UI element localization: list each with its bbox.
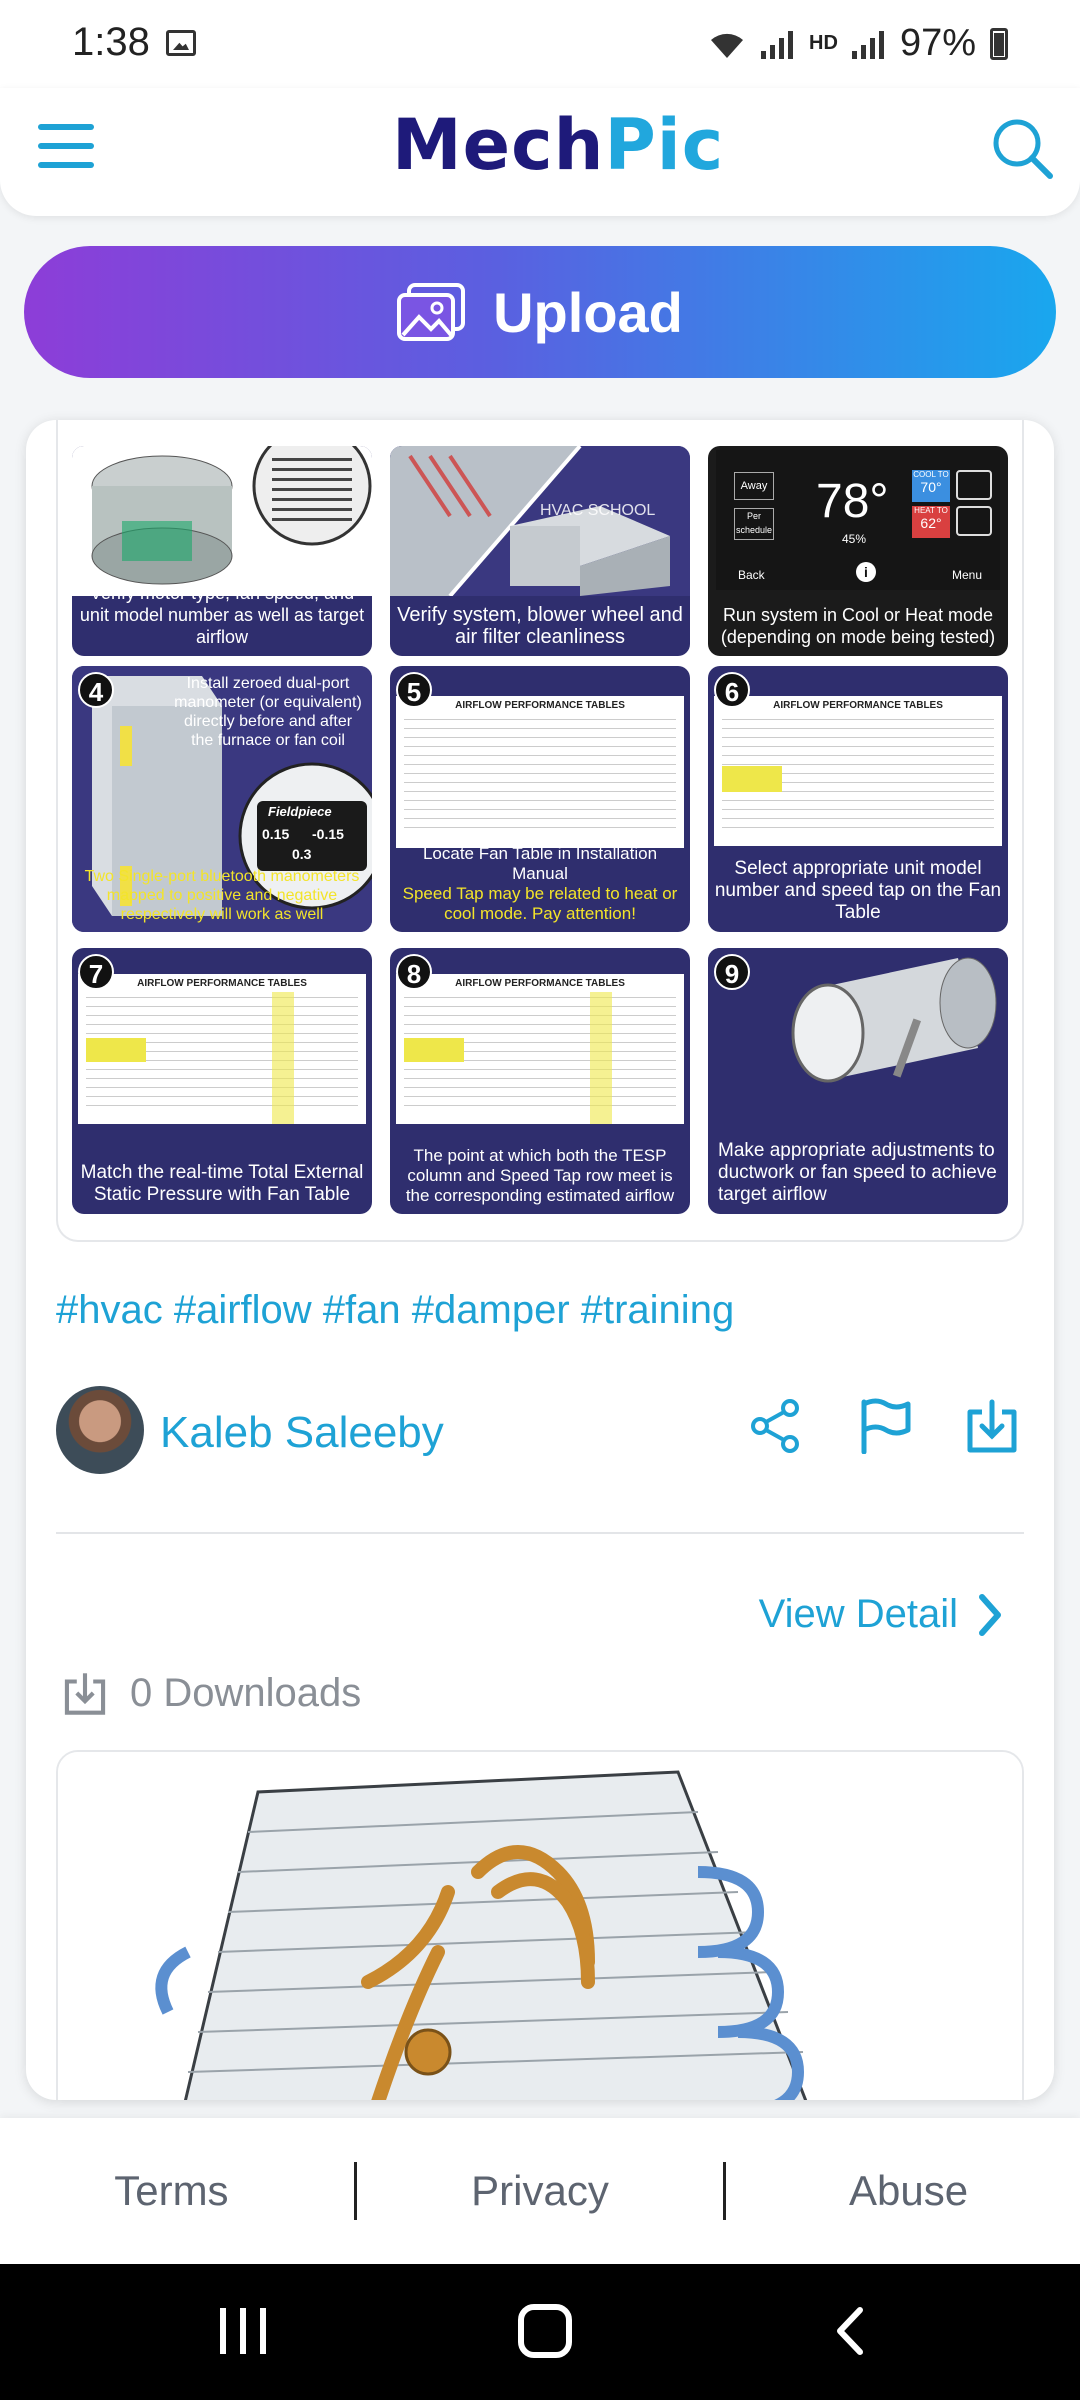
- battery-percent: 97%: [899, 22, 976, 64]
- hvac-school-watermark: HVAC SCHOOL: [540, 502, 656, 519]
- app-logo[interactable]: MechPic: [392, 104, 724, 186]
- status-time: 1:38: [72, 20, 150, 64]
- panel-caption: Match the real-time Total External Stati…: [80, 1162, 364, 1205]
- manometer-reading-1: 0.15: [262, 826, 290, 842]
- panel-caption: Locate Fan Table in Installation Manual S…: [402, 844, 678, 923]
- hamburger-icon[interactable]: [38, 124, 94, 168]
- thermostat-back: Back: [738, 568, 765, 582]
- damper-illustration: [708, 948, 1008, 1118]
- airflow-table: AIRFLOW PERFORMANCE TABLES: [714, 696, 1002, 846]
- away-button: Away: [734, 472, 774, 500]
- divider: [56, 1532, 1024, 1534]
- panel-7: AIRFLOW PERFORMANCE TABLES 7 Match the r…: [72, 948, 372, 1214]
- wifi-icon: [711, 33, 744, 58]
- upload-button[interactable]: Upload: [24, 246, 1056, 378]
- panel-caption: Verify motor type, fan speed, and unit m…: [79, 583, 365, 647]
- panel-caption: Run system in Cool or Heat mode (dependi…: [720, 605, 996, 647]
- signal-icon: [761, 29, 795, 59]
- panel-caption: Verify system, blower wheel and air filt…: [397, 604, 683, 648]
- panel-8: AIRFLOW PERFORMANCE TABLES 8 The point a…: [390, 948, 690, 1214]
- status-bar: 1:38 HD 97%: [0, 0, 1080, 88]
- flag-icon[interactable]: [856, 1398, 912, 1454]
- app-header: MechPic: [0, 88, 1080, 216]
- panel-1: Verify motor type, fan speed, and unit m…: [72, 446, 372, 656]
- panel-3: Away Per schedule 78° 45% COOL TO 70° HEA…: [708, 446, 1008, 656]
- step-number: 9: [714, 954, 750, 990]
- system-nav-bar: [0, 2264, 1080, 2400]
- arrow-up-icon: [956, 470, 992, 500]
- status-icons: HD 97%: [707, 22, 1008, 65]
- signal-icon-2: [851, 29, 886, 59]
- airflow-table: AIRFLOW PERFORMANCE TABLES: [78, 974, 366, 1124]
- manometer-reading-2: -0.15: [312, 826, 344, 842]
- manometer-brand: Fieldpiece: [268, 804, 332, 819]
- recents-icon[interactable]: [220, 2308, 266, 2354]
- post-image[interactable]: Verify motor type, fan speed, and unit m…: [56, 420, 1024, 1242]
- schedule-button: Per schedule: [734, 508, 774, 540]
- author-name[interactable]: Kaleb Saleeby: [160, 1408, 444, 1458]
- back-icon[interactable]: [826, 2306, 876, 2356]
- coil-and-condenser-illustration: [390, 446, 690, 596]
- avatar[interactable]: [56, 1386, 144, 1474]
- motor-illustration: [72, 446, 372, 596]
- heat-setpoint: HEAT TO 62°: [912, 506, 950, 538]
- download-count-icon: [64, 1673, 106, 1715]
- evaporator-coil-illustration: [58, 1752, 1022, 2100]
- search-icon[interactable]: [990, 116, 1054, 180]
- view-detail-label: View Detail: [758, 1592, 958, 1636]
- panel-caption-top: Install zeroed dual-port manometer (or e…: [174, 675, 362, 749]
- footer-separator: [722, 2162, 726, 2220]
- cool-setpoint: COOL TO 70°: [912, 470, 950, 502]
- thermostat-menu: Menu: [952, 568, 983, 582]
- step-number: 4: [78, 672, 114, 708]
- panel-2: HVAC SCHOOL Verify system, blower wheel …: [390, 446, 690, 656]
- privacy-link[interactable]: Privacy: [380, 2167, 700, 2215]
- footer: Terms Privacy Abuse: [0, 2118, 1080, 2264]
- post-card: Verify motor type, fan speed, and unit m…: [26, 420, 1054, 2100]
- terms-link[interactable]: Terms: [11, 2167, 331, 2215]
- panel-caption: Make appropriate adjustments to ductwork…: [718, 1140, 997, 1205]
- step-number: 5: [396, 672, 432, 708]
- step-number: 7: [78, 954, 114, 990]
- download-icon[interactable]: [964, 1398, 1020, 1454]
- manometer-reading-3: 0.3: [292, 846, 312, 862]
- panel-caption: Two Single-port bluetooth manometers map…: [84, 868, 360, 923]
- thermostat-screen: Away Per schedule 78° 45% COOL TO 70° HEA…: [716, 450, 1000, 590]
- panel-caption: Select appropriate unit model number and…: [714, 858, 1002, 923]
- home-icon[interactable]: [518, 2304, 572, 2358]
- step-number: 6: [714, 672, 750, 708]
- thermostat-temperature: 78°: [816, 475, 889, 528]
- battery-icon: [990, 27, 1008, 60]
- upload-label: Upload: [493, 280, 683, 344]
- panel-9: 9 Make appropriate adjustments to ductwo…: [708, 948, 1008, 1214]
- network-label: HD: [809, 32, 838, 54]
- post-tags[interactable]: #hvac #airflow #fan #damper #training: [56, 1288, 734, 1333]
- panel-6: AIRFLOW PERFORMANCE TABLES 6 Select appr…: [708, 666, 1008, 932]
- abuse-link[interactable]: Abuse: [749, 2167, 1069, 2215]
- next-post-image[interactable]: [56, 1750, 1024, 2100]
- footer-separator: [354, 2162, 358, 2220]
- image-upload-icon: [397, 283, 466, 341]
- view-detail-link[interactable]: View Detail: [759, 1592, 1002, 1637]
- panel-5: AIRFLOW PERFORMANCE TABLES 5 Locate Fan …: [390, 666, 690, 932]
- chevron-right-icon: [979, 1593, 1001, 1636]
- share-icon[interactable]: [748, 1398, 804, 1454]
- downloads-count: 0 Downloads: [62, 1670, 361, 1716]
- panel-4: 4 Install zeroed dual-port manometer (or…: [72, 666, 372, 932]
- thermostat-humidity: 45%: [842, 532, 867, 546]
- panel-caption: The point at which both the TESP column …: [405, 1146, 675, 1205]
- arrow-down-icon: [956, 506, 992, 536]
- step-number: 8: [396, 954, 432, 990]
- airflow-table: AIRFLOW PERFORMANCE TABLES: [396, 974, 684, 1124]
- airflow-table: AIRFLOW PERFORMANCE TABLES: [396, 696, 684, 848]
- info-icon: i: [856, 562, 876, 582]
- gallery-notification-icon: [166, 30, 196, 56]
- downloads-label: 0 Downloads: [130, 1670, 362, 1715]
